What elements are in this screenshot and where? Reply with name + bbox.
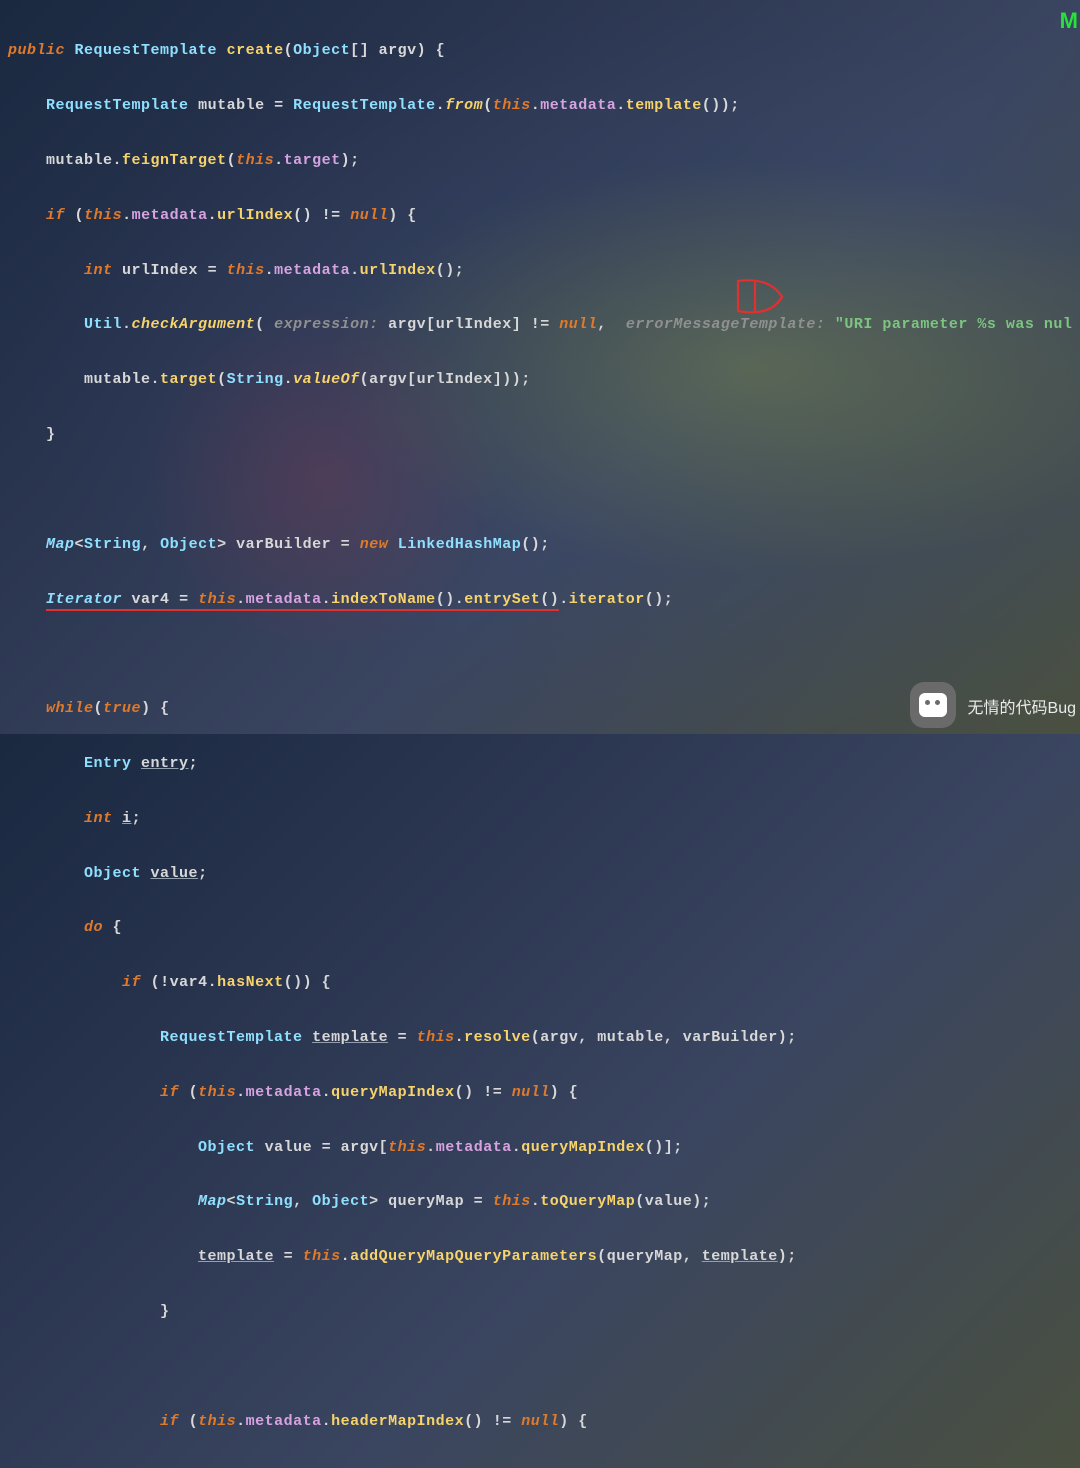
code-line[interactable]: Object value; (8, 860, 1072, 887)
code-line[interactable]: if (this.metadata.queryMapIndex() != nul… (8, 1079, 1072, 1106)
code-line[interactable]: int i; (8, 805, 1072, 832)
code-line[interactable] (8, 1353, 1072, 1380)
code-line[interactable] (8, 476, 1072, 503)
code-line[interactable]: } (8, 421, 1072, 448)
code-line[interactable]: Iterator var4 = this.metadata.indexToNam… (8, 586, 1072, 613)
keyword: public (8, 42, 65, 59)
code-line[interactable]: RequestTemplate template = this.resolve(… (8, 1024, 1072, 1051)
tool-indicator-icon[interactable]: M (1060, 8, 1078, 34)
code-line[interactable]: mutable.target(String.valueOf(argv[urlIn… (8, 366, 1072, 393)
wechat-logo-icon (910, 682, 956, 728)
code-line[interactable]: Map<String, Object> varBuilder = new Lin… (8, 531, 1072, 558)
code-editor[interactable]: public RequestTemplate create(Object[] a… (0, 0, 1080, 1468)
code-line[interactable]: } (8, 1298, 1072, 1325)
method-name: create (227, 42, 284, 59)
code-line[interactable]: Entry entry; (8, 750, 1072, 777)
code-line[interactable]: RequestTemplate mutable = RequestTemplat… (8, 92, 1072, 119)
code-line[interactable]: Map<String, Object> queryMap = this.toQu… (8, 1188, 1072, 1215)
code-line[interactable]: Object value = argv[this.metadata.queryM… (8, 1134, 1072, 1161)
code-line[interactable]: if (!var4.hasNext()) { (8, 969, 1072, 996)
code-line[interactable]: template = this.addHeaderMapHeaders((Map… (8, 1463, 1072, 1468)
code-line[interactable]: Util.checkArgument( expression: argv[url… (8, 311, 1072, 338)
code-line[interactable]: template = this.addQueryMapQueryParamete… (8, 1243, 1072, 1270)
code-line[interactable]: do { (8, 914, 1072, 941)
code-line[interactable]: public RequestTemplate create(Object[] a… (8, 37, 1072, 64)
code-line[interactable]: if (this.metadata.headerMapIndex() != nu… (8, 1408, 1072, 1435)
code-line[interactable] (8, 640, 1072, 667)
annotation-shape (730, 273, 800, 326)
type: RequestTemplate (75, 42, 218, 59)
code-line[interactable]: mutable.feignTarget(this.target); (8, 147, 1072, 174)
watermark-text: 无情的代码Bug (968, 694, 1076, 718)
code-line[interactable]: int urlIndex = this.metadata.urlIndex(); (8, 257, 1072, 284)
code-line[interactable]: if (this.metadata.urlIndex() != null) { (8, 202, 1072, 229)
